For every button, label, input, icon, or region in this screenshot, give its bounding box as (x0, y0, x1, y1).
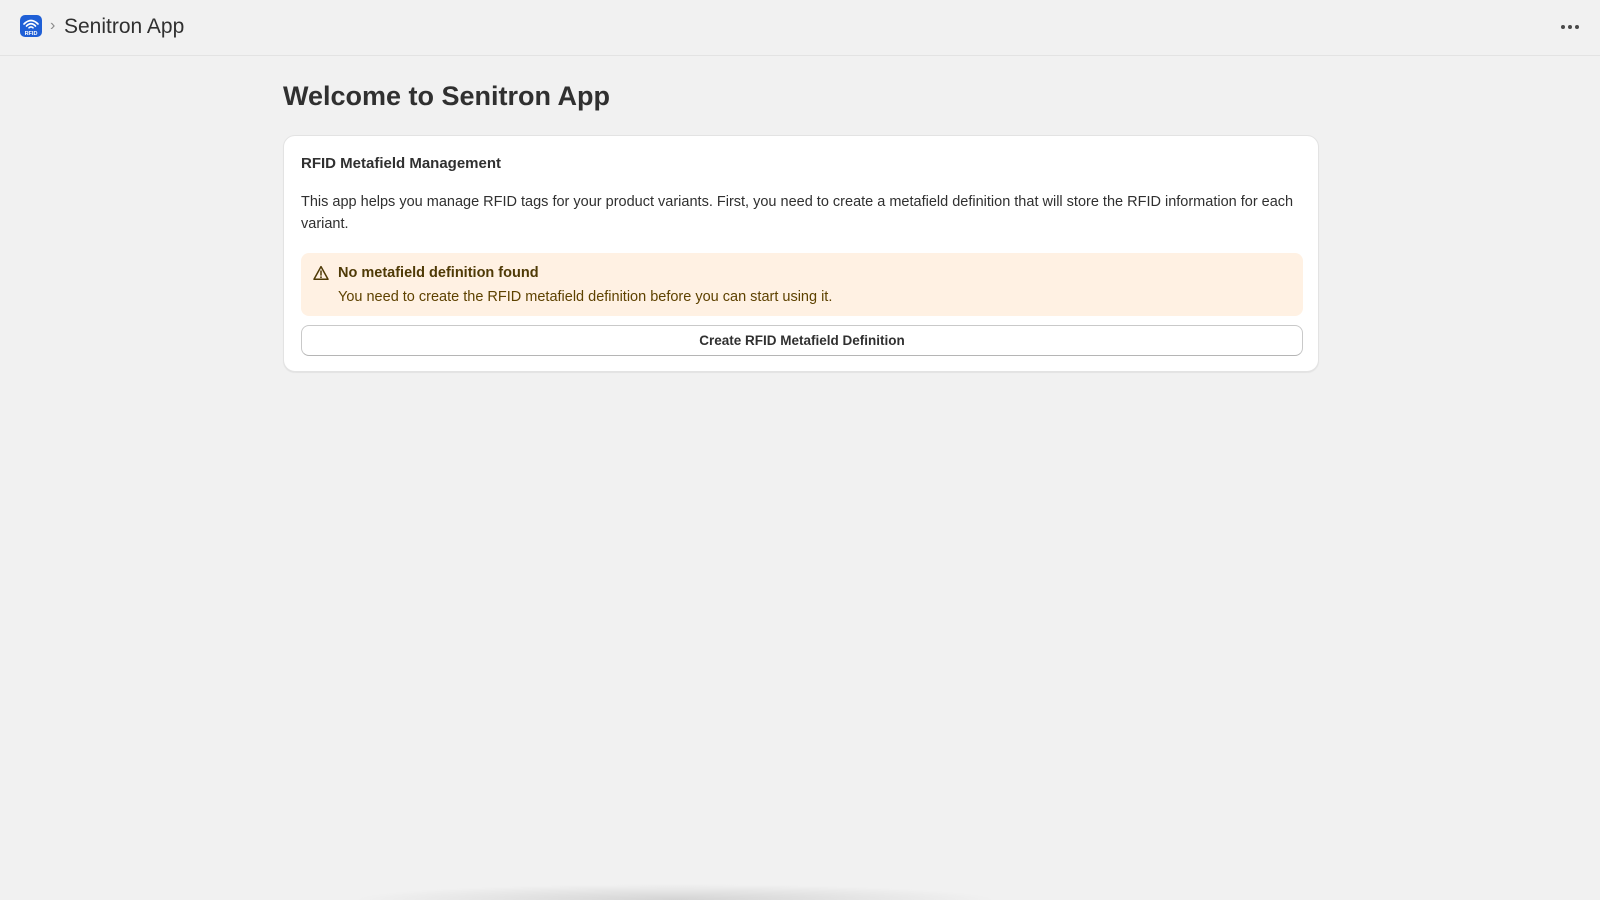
warning-icon (313, 265, 329, 280)
breadcrumb-chevron-icon: › (50, 17, 56, 34)
warning-banner: No metafield definition found You need t… (301, 253, 1303, 316)
more-dot (1568, 25, 1572, 29)
rfid-app-icon[interactable]: RFID (20, 15, 42, 37)
page-title: Welcome to Senitron App (283, 81, 611, 111)
card-title: RFID Metafield Management (301, 155, 502, 172)
bottom-edge-shadow (350, 884, 1000, 900)
create-rfid-metafield-button[interactable]: Create RFID Metafield Definition (301, 325, 1303, 356)
rfid-management-card: RFID Metafield Management This app helps… (283, 135, 1319, 372)
banner-message: You need to create the RFID metafield de… (338, 289, 833, 305)
card-description: This app helps you manage RFID tags for … (301, 194, 1294, 232)
more-dot (1575, 25, 1579, 29)
more-actions-button[interactable] (1555, 14, 1585, 40)
rfid-logo-graphic: RFID (23, 19, 39, 37)
app-icon-text: RFID (25, 31, 38, 37)
banner-title: No metafield definition found (338, 265, 539, 281)
app-name: Senitron App (64, 15, 185, 38)
more-dot (1561, 25, 1565, 29)
top-bar: RFID › Senitron App (0, 0, 1600, 56)
